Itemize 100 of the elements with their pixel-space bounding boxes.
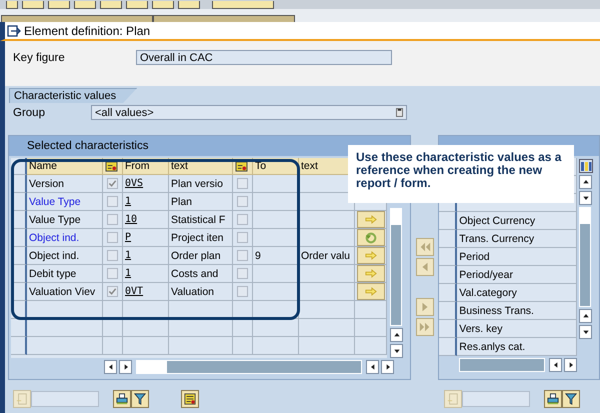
column-settings-icon[interactable] [579, 159, 594, 173]
vertical-scrollbar[interactable] [390, 208, 402, 326]
document-icon [447, 393, 459, 405]
from-value[interactable]: 1 [123, 247, 169, 265]
checkbox[interactable] [237, 178, 248, 189]
row-selector[interactable] [11, 265, 27, 283]
filter-button[interactable] [131, 390, 149, 408]
scroll-up-button[interactable] [579, 309, 592, 323]
scroll-left-button[interactable] [366, 360, 379, 374]
name-cell: Value Type [27, 211, 103, 229]
printer-icon [547, 393, 559, 405]
scroll-left-button[interactable] [104, 360, 117, 374]
from-value[interactable]: 1 [123, 265, 169, 283]
window-tab[interactable] [1, 15, 153, 22]
from-value[interactable]: P [123, 229, 169, 247]
checkbox[interactable] [237, 286, 248, 297]
toolbar-button[interactable] [126, 1, 148, 9]
row-selector[interactable] [11, 211, 27, 229]
table-cell [299, 319, 355, 337]
search-field[interactable] [462, 391, 530, 407]
from-value[interactable]: 1 [123, 193, 169, 211]
list-item[interactable]: Object Currency [457, 212, 578, 230]
list-item[interactable]: Period [457, 248, 578, 266]
row-selector[interactable] [439, 284, 458, 302]
list-item[interactable]: Trans. Currency [457, 230, 578, 248]
row-selector[interactable] [11, 319, 27, 337]
list-item[interactable]: Res.anlys cat. [457, 338, 578, 356]
checkbox[interactable] [237, 250, 248, 261]
from-value[interactable]: 0VS [123, 175, 169, 193]
from-value[interactable]: 0VT [123, 283, 169, 301]
row-selector[interactable] [11, 229, 27, 247]
row-selector[interactable] [439, 230, 458, 248]
row-selector[interactable] [439, 248, 458, 266]
horizontal-scrollbar[interactable] [136, 360, 362, 374]
section-tab[interactable]: Characteristic values [9, 88, 138, 103]
triangle-right-icon [122, 363, 130, 371]
row-selector[interactable] [11, 283, 27, 301]
filter-icon [565, 393, 577, 405]
list-item[interactable]: Business Trans. [457, 302, 578, 320]
scroll-right-button[interactable] [381, 360, 394, 374]
checkbox[interactable] [107, 250, 118, 261]
triangle-left-icon [552, 361, 560, 369]
row-selector[interactable] [11, 175, 27, 193]
checkbox[interactable] [107, 268, 118, 279]
row-selector[interactable] [11, 337, 27, 355]
window-tab[interactable] [153, 15, 295, 22]
scroll-down-button[interactable] [579, 325, 592, 339]
triangle-right-icon [566, 361, 575, 369]
checkbox[interactable] [237, 196, 248, 207]
checkbox[interactable] [107, 178, 118, 189]
checkbox[interactable] [237, 232, 248, 243]
toolbar-button[interactable] [212, 1, 274, 9]
from-value[interactable]: 10 [123, 211, 169, 229]
checkbox[interactable] [107, 196, 118, 207]
row-selector[interactable] [439, 266, 458, 284]
search-field[interactable] [31, 391, 99, 407]
toolbar-button[interactable] [22, 1, 44, 9]
toolbar-button[interactable] [178, 1, 200, 9]
text-cell: Plan versio [169, 175, 233, 193]
checkbox[interactable] [237, 268, 248, 279]
toolbar-button[interactable] [152, 1, 174, 9]
row-selector[interactable] [11, 301, 27, 319]
checkbox[interactable] [237, 214, 248, 225]
table-cell [169, 337, 233, 355]
group-dropdown[interactable]: <all values> [91, 105, 407, 120]
scroll-up-button[interactable] [579, 175, 592, 189]
row-selector[interactable] [439, 302, 458, 320]
table-cell [355, 337, 387, 355]
toolbar-button[interactable] [100, 1, 122, 9]
toolbar-button[interactable] [6, 1, 18, 9]
print-button[interactable] [544, 390, 562, 408]
table-cell [233, 337, 253, 355]
checkbox[interactable] [107, 214, 118, 225]
row-selector[interactable] [11, 247, 27, 265]
scroll-left-button[interactable] [549, 358, 562, 372]
document-icon [16, 393, 28, 405]
toolbar-button[interactable] [74, 1, 96, 9]
list-item[interactable]: Val.category [457, 284, 578, 302]
scroll-down-button[interactable] [390, 344, 403, 358]
row-selector[interactable] [439, 338, 458, 356]
checkbox[interactable] [107, 286, 118, 297]
row-selector[interactable] [439, 212, 458, 230]
row-selector[interactable] [11, 193, 27, 211]
scroll-up-button[interactable] [390, 328, 403, 342]
text-cell: Plan [169, 193, 233, 211]
filter-button[interactable] [562, 390, 580, 408]
toolbar-button[interactable] [48, 1, 70, 9]
list-item[interactable]: Period/year [457, 266, 578, 284]
scroll-right-button[interactable] [119, 360, 132, 374]
list-item[interactable]: Vers. key [457, 320, 578, 338]
print-button[interactable] [113, 390, 131, 408]
scroll-right-button[interactable] [564, 358, 578, 372]
row-selector[interactable] [439, 320, 458, 338]
checkbox[interactable] [107, 232, 118, 243]
key-figure-field[interactable]: Overall in CAC [136, 50, 392, 65]
vertical-scrollbar[interactable] [579, 207, 592, 307]
horizontal-scrollbar[interactable] [459, 358, 546, 372]
to-value[interactable]: 9 [253, 247, 299, 265]
export-button[interactable] [181, 390, 199, 408]
scroll-down-button[interactable] [579, 191, 592, 205]
